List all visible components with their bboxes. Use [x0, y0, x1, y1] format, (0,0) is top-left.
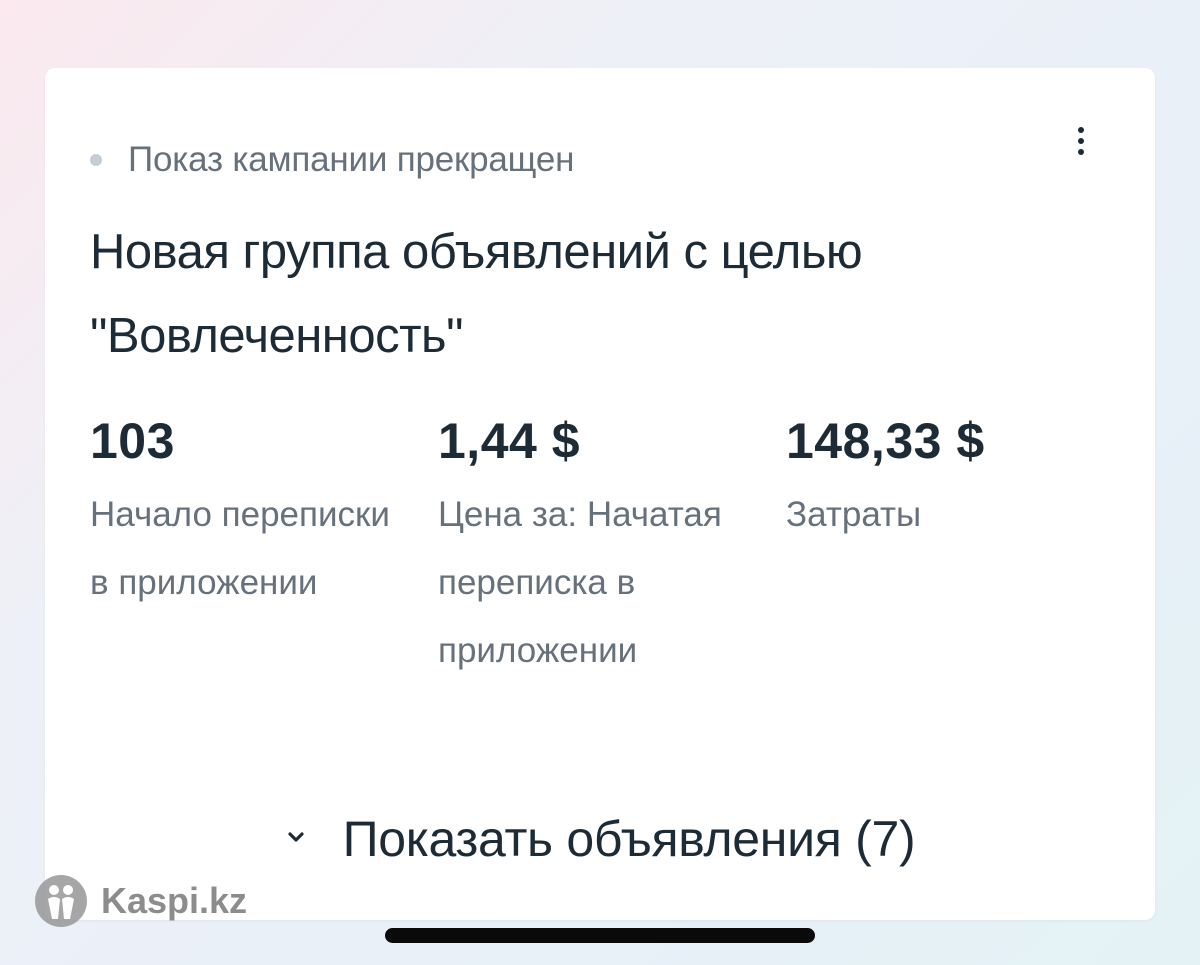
show-ads-button[interactable]: Показать объявления (7): [45, 806, 1155, 872]
metric-label: Начало переписки в приложении: [90, 495, 390, 602]
metric-conversations: 103 Начало переписки в приложении: [90, 408, 390, 617]
home-indicator[interactable]: [385, 928, 815, 943]
metric-value: 148,33 $: [786, 413, 985, 469]
watermark: Kaspi.kz: [35, 874, 247, 928]
status-text: Показ кампании прекращен: [128, 140, 575, 179]
more-vertical-icon: [1078, 127, 1084, 133]
more-options-button[interactable]: [1061, 118, 1101, 164]
more-vertical-icon-dot: [1078, 138, 1084, 144]
campaign-card: Показ кампании прекращен Новая группа об…: [45, 68, 1155, 920]
campaign-title: Новая группа объявлений с целью "Вовлече…: [90, 225, 863, 363]
metric-label: Затраты: [786, 495, 922, 534]
metric-cost-per-result: 1,44 $ Цена за: Начатая переписка в прил…: [438, 408, 738, 685]
kaspi-logo-icon: [35, 875, 87, 927]
status-dot-icon: [90, 154, 102, 166]
metric-value: 1,44 $: [438, 413, 581, 469]
metric-spend: 148,33 $ Затраты: [786, 408, 1086, 549]
campaign-status: Показ кампании прекращен: [90, 138, 574, 182]
metric-label: Цена за: Начатая переписка в приложении: [438, 495, 722, 670]
show-ads-label: Показать объявления (7): [342, 811, 916, 867]
more-vertical-icon-dot: [1078, 149, 1084, 155]
metric-value: 103: [90, 413, 175, 469]
chevron-down-icon: [288, 832, 304, 842]
watermark-text: Kaspi.kz: [101, 880, 248, 921]
